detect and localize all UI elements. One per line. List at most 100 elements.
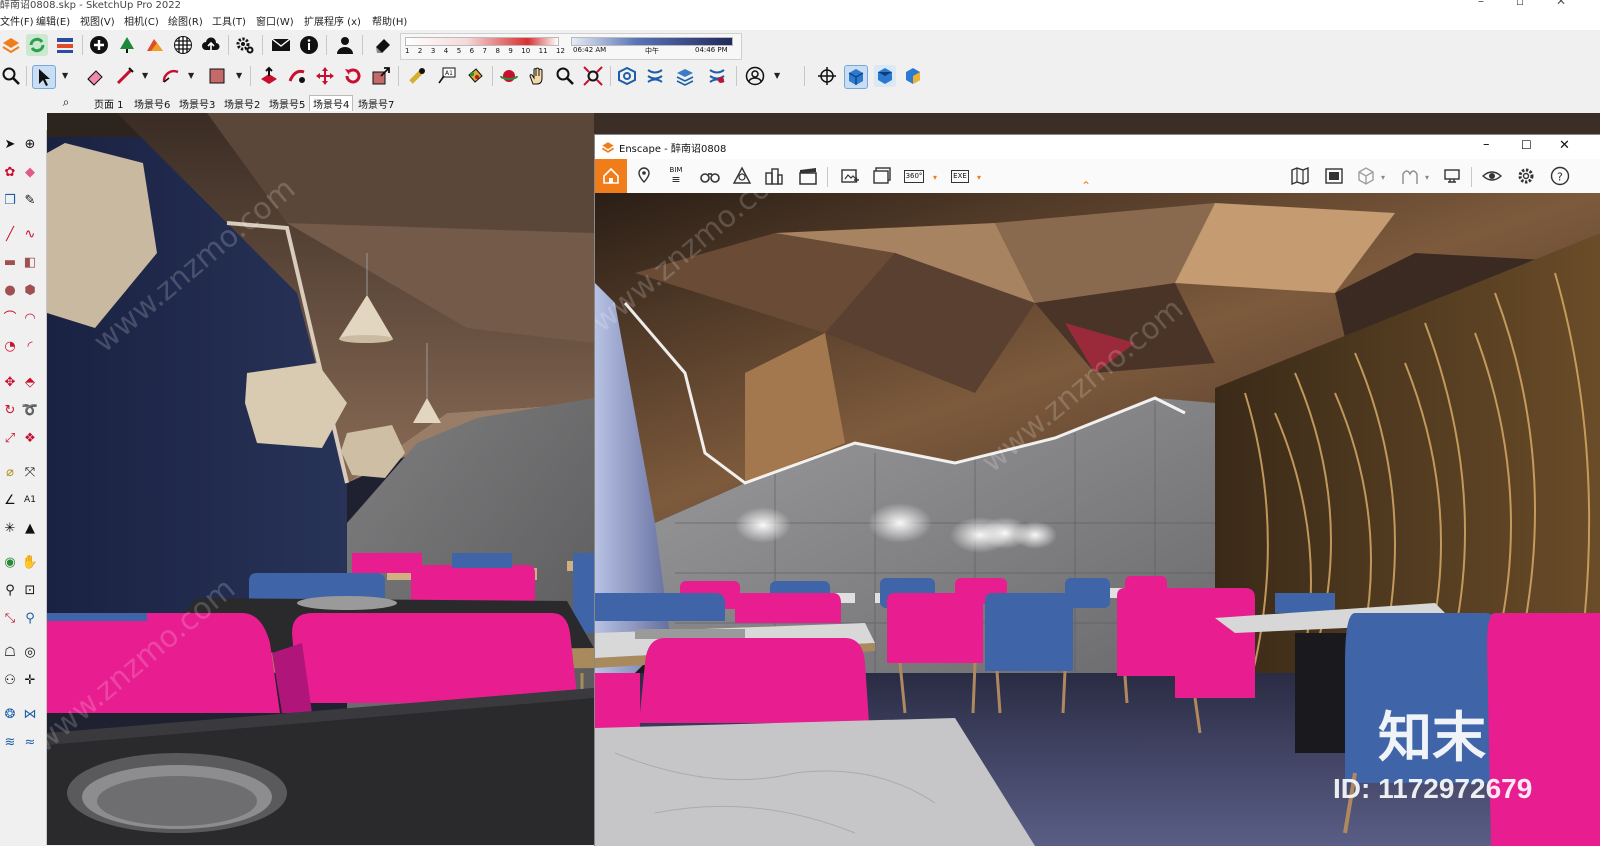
cube-icon[interactable] — [1355, 165, 1377, 187]
select-tool-icon[interactable] — [32, 65, 56, 89]
close-icon[interactable]: ✕ — [1559, 138, 1570, 153]
enscape-render-view[interactable]: www.znzmo.com www.znzmo.com 知末 ID: 11729… — [595, 193, 1600, 846]
circle-tool-icon[interactable]: ● — [0, 280, 20, 300]
close-icon[interactable]: ✕ — [1556, 0, 1566, 8]
extension-icon[interactable] — [644, 65, 666, 87]
collaborate-icon[interactable] — [1441, 165, 1463, 187]
rectangle-tool-icon[interactable] — [206, 65, 228, 87]
menu-draw[interactable]: 绘图(R) — [168, 13, 203, 28]
polygon-tool-icon[interactable]: ⬢ — [20, 280, 40, 300]
maximize-icon[interactable]: ☐ — [1521, 138, 1532, 152]
zoom-icon[interactable] — [554, 65, 576, 87]
maximize-icon[interactable]: ▫ — [1516, 0, 1524, 8]
material-editor-icon[interactable] — [1399, 165, 1421, 187]
tab-scene[interactable]: 页面 1 — [90, 95, 128, 112]
move-icon[interactable] — [314, 65, 336, 87]
chevron-down-icon[interactable]: ▼ — [774, 65, 782, 85]
asset-library-icon[interactable] — [1323, 165, 1345, 187]
search-icon[interactable]: ⌕ — [56, 92, 76, 112]
chevron-down-icon[interactable]: ▾ — [977, 167, 985, 187]
warehouse-icon[interactable] — [616, 65, 638, 87]
materials-icon[interactable] — [144, 34, 166, 56]
cloud-upload-icon[interactable] — [200, 34, 222, 56]
chevron-down-icon[interactable]: ▾ — [1381, 167, 1389, 187]
extension-icon[interactable]: ⋈ — [20, 704, 40, 724]
shadow-toggle-icon[interactable] — [372, 34, 394, 56]
live-update-icon[interactable] — [26, 34, 48, 56]
visual-settings-icon[interactable] — [1481, 165, 1503, 187]
arc-tool-icon[interactable]: ⌒ — [0, 308, 20, 328]
pan-icon[interactable] — [526, 65, 548, 87]
menu-extensions[interactable]: 扩展程序 (x) — [304, 13, 361, 28]
rotate-icon[interactable]: ↻ — [0, 400, 20, 420]
extension-warehouse-icon[interactable] — [706, 65, 728, 87]
menu-tools[interactable]: 工具(T) — [212, 13, 246, 28]
make-component-icon[interactable]: ⊕ — [20, 134, 40, 154]
mail-icon[interactable] — [270, 34, 292, 56]
video-editor-icon[interactable] — [797, 165, 819, 187]
freehand-icon[interactable]: ∿ — [20, 224, 40, 244]
orbit-icon[interactable]: ◉ — [0, 552, 20, 572]
position-camera-icon[interactable]: ☖ — [0, 642, 20, 662]
map-icon[interactable] — [1289, 165, 1311, 187]
zoom-extents-icon[interactable]: ⤡ — [0, 608, 20, 628]
tab-scene[interactable]: 场景号2 — [220, 95, 264, 112]
menu-file[interactable]: 文件(F) — [0, 13, 34, 28]
rectangle-tool-icon[interactable]: ▬ — [0, 252, 20, 272]
bim-icon[interactable]: BIM ≡ — [665, 165, 687, 187]
arc-tool-icon[interactable] — [160, 65, 182, 87]
screenshot-icon[interactable] — [839, 165, 861, 187]
panorama-icon[interactable]: 360° — [903, 165, 925, 187]
tape-measure-icon[interactable]: ⌀ — [0, 462, 20, 482]
buildings-icon[interactable] — [763, 165, 785, 187]
look-around-icon[interactable]: ◎ — [20, 642, 40, 662]
menu-edit[interactable]: 编辑(E) — [36, 13, 70, 28]
zoom-extents-icon[interactable] — [582, 65, 604, 87]
eraser-icon[interactable] — [84, 65, 106, 87]
front-view-icon[interactable] — [902, 65, 924, 87]
batch-render-icon[interactable] — [871, 165, 893, 187]
extension-warehouse-icon[interactable]: ≈ — [20, 732, 40, 752]
tab-scene-active[interactable]: 场景号4 — [309, 95, 354, 111]
scale-icon[interactable]: ⤢ — [0, 428, 20, 448]
gear-icon[interactable] — [1515, 165, 1537, 187]
zoom-icon[interactable]: ⚲ — [0, 580, 20, 600]
home-icon[interactable] — [595, 159, 627, 193]
minimize-icon[interactable]: – — [1478, 0, 1484, 8]
axes-icon[interactable]: ✳ — [0, 518, 20, 538]
text-tool-icon[interactable]: A1 — [436, 65, 458, 87]
pie-tool-icon[interactable]: ◔ — [0, 336, 20, 356]
text-tool-icon[interactable]: A1 — [20, 490, 40, 510]
enscape-logo-icon[interactable] — [0, 34, 22, 56]
atmosphere-icon[interactable] — [731, 165, 753, 187]
menu-view[interactable]: 视图(V) — [80, 13, 115, 28]
warehouse-icon[interactable]: ❂ — [0, 704, 20, 724]
location-icon[interactable] — [633, 165, 655, 187]
pan-icon[interactable]: ✋ — [20, 552, 40, 572]
time-slider[interactable] — [571, 37, 733, 46]
crosshair-icon[interactable] — [816, 65, 838, 87]
push-pull-icon[interactable] — [258, 65, 280, 87]
help-icon[interactable]: ? — [1549, 165, 1571, 187]
follow-me-icon[interactable]: ➰ — [20, 400, 40, 420]
tab-scene[interactable]: 场景号7 — [354, 95, 398, 112]
top-view-icon[interactable] — [874, 65, 896, 87]
3d-text-icon[interactable]: ▲ — [20, 518, 40, 538]
scale-icon[interactable] — [370, 65, 392, 87]
tab-scene[interactable]: 场景号5 — [265, 95, 309, 112]
chevron-down-icon[interactable]: ▾ — [933, 167, 941, 187]
zoom-icon[interactable] — [0, 65, 22, 87]
zoom-window-icon[interactable]: ⊡ — [20, 580, 40, 600]
menu-help[interactable]: 帮助(H) — [372, 13, 407, 28]
tree-component-icon[interactable] — [116, 34, 138, 56]
dimension-icon[interactable]: ⤧ — [20, 462, 40, 482]
rotate-icon[interactable] — [342, 65, 364, 87]
select-tool-icon[interactable]: ➤ — [0, 134, 20, 154]
chevron-up-icon[interactable]: ⌃ — [1081, 179, 1091, 193]
profile-icon[interactable] — [744, 65, 766, 87]
iso-view-icon[interactable] — [844, 65, 868, 89]
paint-icon[interactable]: ✿ — [0, 162, 20, 182]
layers-icon[interactable]: ≋ — [0, 732, 20, 752]
chevron-down-icon[interactable]: ▾ — [1425, 167, 1433, 187]
protractor-icon[interactable]: ∠ — [0, 490, 20, 510]
